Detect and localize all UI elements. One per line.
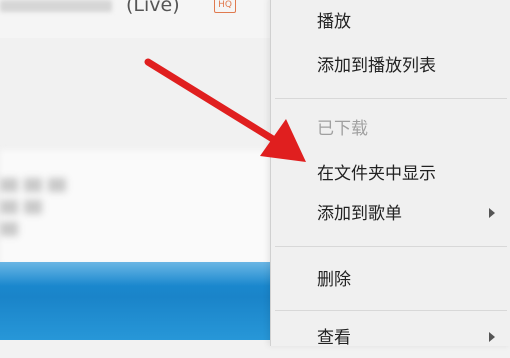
menu-item-label: 在文件夹中显示	[317, 164, 436, 184]
blurred-song-title	[0, 0, 112, 12]
chevron-right-icon	[489, 208, 495, 218]
menu-item-add-to-songlist[interactable]: 添加到歌单	[271, 194, 510, 234]
menu-item-label: 已下载	[317, 119, 368, 139]
menu-item-label: 播放	[317, 12, 351, 32]
menu-separator	[275, 310, 507, 311]
menu-item-show-in-folder[interactable]: 在文件夹中显示	[271, 154, 510, 194]
menu-separator	[275, 98, 507, 99]
menu-item-delete[interactable]: 删除	[271, 260, 510, 300]
music-app-list-area: (Live) HQ	[0, 0, 272, 340]
menu-item-label: 查看	[317, 328, 351, 348]
menu-item-label: 添加到歌单	[317, 204, 402, 224]
menu-item-add-to-playlist[interactable]: 添加到播放列表	[271, 46, 510, 86]
context-menu: 播放 添加到播放列表 已下载 在文件夹中显示 添加到歌单 删除 查看	[270, 0, 510, 348]
menu-item-downloaded: 已下载	[271, 109, 510, 149]
chevron-right-icon	[489, 332, 495, 342]
menu-item-label: 添加到播放列表	[317, 56, 436, 76]
song-row-selected[interactable]: (Live) HQ	[0, 0, 272, 39]
desktop-background	[0, 262, 272, 340]
menu-item-play[interactable]: 播放	[271, 2, 510, 42]
song-title-suffix: (Live)	[126, 0, 180, 16]
menu-item-label: 删除	[317, 270, 351, 290]
menu-separator	[275, 246, 507, 247]
menu-item-view[interactable]: 查看	[271, 318, 510, 358]
quality-badge: HQ	[214, 0, 236, 13]
blurred-content	[0, 150, 272, 265]
song-row-empty	[0, 38, 272, 150]
